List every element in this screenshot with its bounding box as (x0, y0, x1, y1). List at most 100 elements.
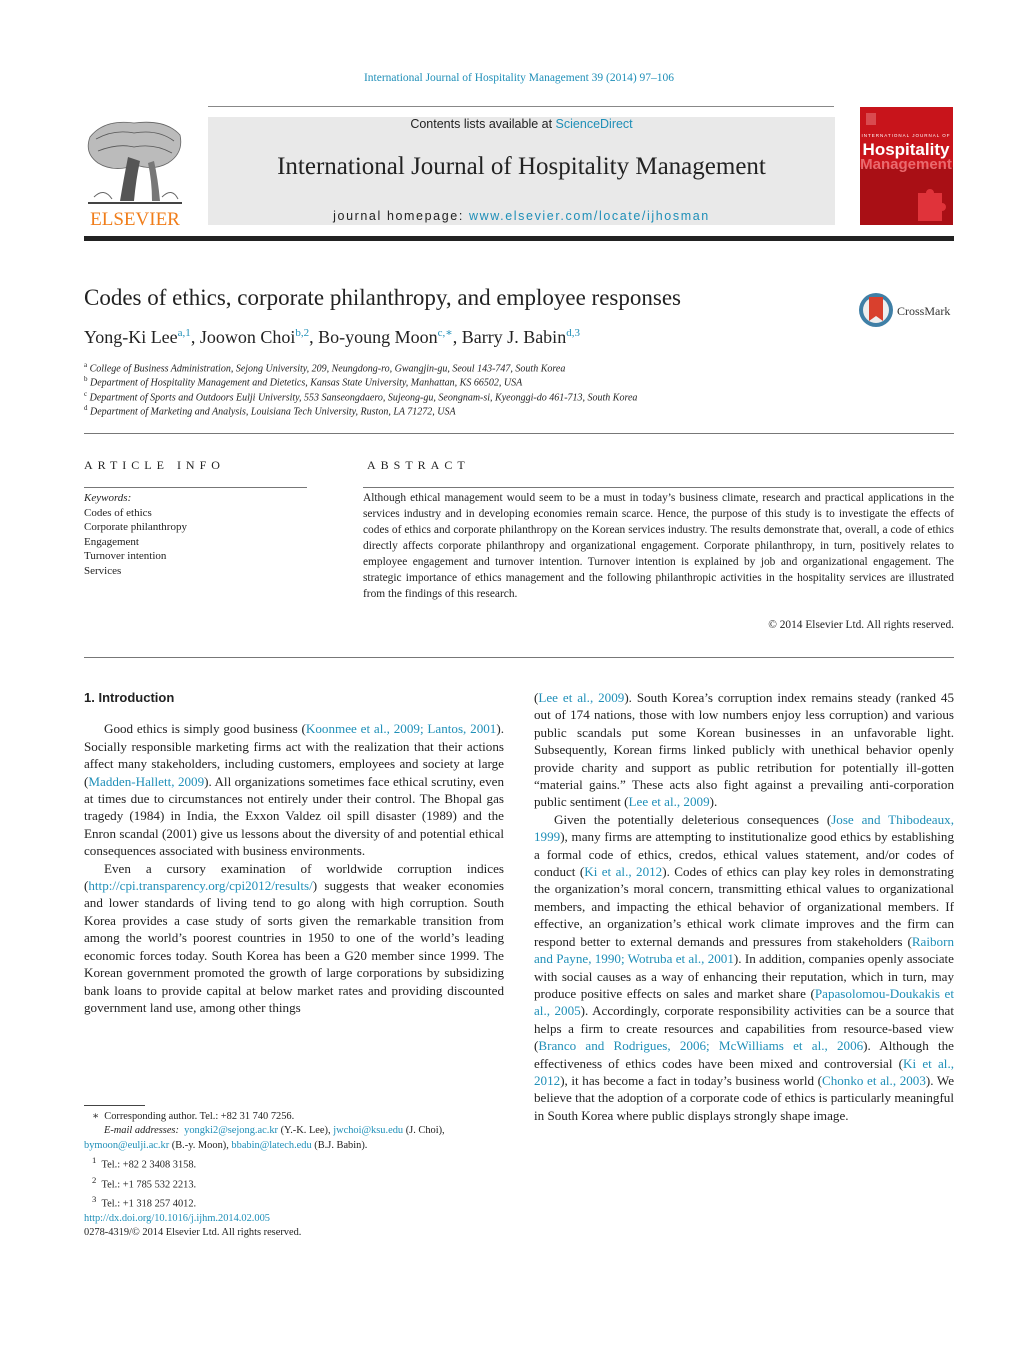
homepage-line: journal homepage: www.elsevier.com/locat… (208, 209, 835, 223)
footnote-mark: 3 (92, 1194, 97, 1205)
elsevier-logo[interactable]: ELSEVIER (84, 117, 186, 230)
body-text: Given the potentially deleterious conseq… (554, 811, 832, 827)
elsevier-tree-icon: ELSEVIER (87, 121, 182, 230)
abstract-rule (363, 487, 954, 488)
body-paragraph: (Lee et al., 2009). South Korea’s corrup… (534, 689, 954, 811)
body-text: ). (709, 794, 718, 810)
email-link[interactable]: yongki2@sejong.ac.kr (184, 1125, 278, 1136)
author-sep: , (190, 327, 200, 347)
footnote-text: Corresponding author. Tel.: +82 31 740 7… (104, 1111, 295, 1122)
author[interactable]: Joowon Choib,2, (200, 327, 318, 347)
email-link[interactable]: jwchoi@ksu.edu (333, 1125, 403, 1136)
body-left-column: 1. Introduction Good ethics is simply go… (84, 689, 504, 1016)
author-sup[interactable]: a,1 (178, 327, 191, 339)
article-title: Codes of ethics, corporate philanthropy,… (84, 285, 681, 310)
footnote-tel: 1 Tel.: +82 2 3408 3158. (84, 1153, 504, 1173)
issn-line: 0278-4319/© 2014 Elsevier Ltd. All right… (84, 1227, 302, 1239)
affiliation: c Department of Sports and Outdoors Eulj… (84, 390, 637, 403)
author-sup[interactable]: b,2 (295, 327, 309, 339)
footnote-mark: 1 (92, 1154, 97, 1165)
keyword: Engagement (84, 535, 139, 548)
citation-link[interactable]: Madden-Hallett, 2009 (88, 774, 204, 789)
header-rule (208, 106, 834, 107)
citation-link[interactable]: Ki et al., 2012 (584, 864, 662, 879)
keyword: Services (84, 564, 122, 577)
author-sep: , (452, 327, 462, 347)
author-sep: , (309, 327, 319, 347)
body-paragraph: Even a cursory examination of worldwide … (84, 860, 504, 1017)
homepage-prefix: journal homepage: (333, 209, 469, 223)
email-owner: (Y.-K. Lee), (277, 1125, 334, 1137)
author-sup[interactable]: c,∗ (438, 327, 453, 339)
cover-line1: INTERNATIONAL JOURNAL OF (861, 133, 950, 138)
body-text: ), it has become a fact in today’s busin… (560, 1072, 822, 1088)
affiliation-text: Department of Sports and Outdoors Eulji … (89, 392, 638, 404)
keywords-block: Keywords: Codes of ethics Corporate phil… (84, 491, 187, 578)
contents-prefix: Contents lists available at (410, 117, 556, 131)
affiliation-key: b (84, 375, 88, 383)
body-right-column: (Lee et al., 2009). South Korea’s corrup… (534, 689, 954, 1124)
author[interactable]: Barry J. Babind,3 (462, 327, 580, 347)
doi-link[interactable]: http://dx.doi.org/10.1016/j.ijhm.2014.02… (84, 1213, 270, 1224)
body-paragraph: Given the potentially deleterious conseq… (534, 811, 954, 1124)
keyword: Corporate philanthropy (84, 521, 187, 533)
citation-link[interactable]: Lee et al., 2009 (629, 794, 710, 809)
article-info-heading: ARTICLE INFO (84, 458, 225, 472)
body-text: Good ethics is simply good business ( (104, 721, 306, 737)
keyword: Turnover intention (84, 550, 167, 562)
footnote-text: Tel.: +1 318 257 4012. (101, 1198, 197, 1210)
affiliation: a College of Business Administration, Se… (84, 361, 565, 374)
affiliation-text: Department of Marketing and Analysis, Lo… (90, 406, 456, 418)
keywords-label: Keywords: (84, 492, 132, 504)
article-info-rule (84, 487, 307, 488)
author-sup[interactable]: d,3 (566, 327, 580, 339)
author-name: Yong-Ki Lee (84, 327, 178, 347)
journal-cover-image: INTERNATIONAL JOURNAL OF Hospitality Man… (860, 107, 953, 225)
author[interactable]: Yong-Ki Leea,1, (84, 327, 200, 347)
citation-link[interactable]: Lee et al., 2009 (538, 690, 624, 705)
journal-cover-thumbnail[interactable]: INTERNATIONAL JOURNAL OF Hospitality Man… (860, 107, 953, 225)
footnote-emails: E-mail addresses: yongki2@sejong.ac.kr (… (84, 1124, 504, 1153)
affiliation-key: c (84, 390, 88, 398)
footnote-rule (84, 1105, 145, 1106)
footnote-text: Tel.: +82 2 3408 3158. (101, 1159, 197, 1171)
body-text: ). South Korea’s corruption index remain… (534, 690, 954, 810)
crossmark-badge[interactable]: CrossMark (857, 291, 957, 329)
footnote-tel: 3 Tel.: +1 318 257 4012. (84, 1192, 504, 1212)
sciencedirect-link[interactable]: ScienceDirect (556, 117, 633, 131)
abstract-heading: ABSTRACT (367, 458, 470, 472)
citation-link[interactable]: Chonko et al., 2003 (822, 1073, 926, 1088)
elsevier-wordmark: ELSEVIER (90, 209, 180, 229)
author[interactable]: Bo-young Moonc,∗, (318, 327, 462, 347)
author-name: Joowon Choi (199, 327, 296, 347)
email-owner: (B.J. Babin). (311, 1139, 368, 1151)
email-label: E-mail addresses: (104, 1125, 179, 1137)
contents-line: Contents lists available at ScienceDirec… (208, 117, 835, 131)
affiliation-key: a (84, 361, 88, 369)
footnote-mark: 2 (92, 1174, 97, 1185)
header-thick-rule (84, 236, 954, 241)
keyword: Codes of ethics (84, 506, 152, 519)
email-owner: (B.-y. Moon), (169, 1139, 232, 1151)
section-heading: 1. Introduction (84, 690, 175, 705)
citation-link[interactable]: Koonmee et al., 2009; Lantos, 2001 (306, 721, 496, 736)
homepage-link[interactable]: www.elsevier.com/locate/ijhosman (469, 209, 710, 223)
citation-link[interactable]: http://cpi.transparency.org/cpi2012/resu… (88, 878, 312, 893)
email-owner: (J. Choi), (403, 1125, 445, 1137)
email-link[interactable]: bymoon@eulji.ac.kr (84, 1140, 169, 1151)
doi-block: http://dx.doi.org/10.1016/j.ijhm.2014.02… (84, 1212, 301, 1241)
author-list: Yong-Ki Leea,1, Joowon Choib,2, Bo-young… (84, 326, 580, 348)
journal-citation[interactable]: International Journal of Hospitality Man… (0, 72, 1020, 84)
footnotes: ∗ Corresponding author. Tel.: +82 31 740… (84, 1110, 504, 1212)
author-name: Bo-young Moon (318, 327, 438, 347)
journal-name: International Journal of Hospitality Man… (277, 153, 766, 180)
affiliation: d Department of Marketing and Analysis, … (84, 404, 456, 417)
email-link[interactable]: bbabin@latech.edu (231, 1140, 311, 1151)
body-paragraph: Good ethics is simply good business (Koo… (84, 720, 504, 859)
citation-link[interactable]: Branco and Rodrigues, 2006; McWilliams e… (538, 1038, 863, 1053)
body-rule (84, 657, 954, 658)
abstract-text: Although ethical management would seem t… (363, 492, 954, 600)
affiliation-rule (84, 433, 954, 434)
footnote-tel: 2 Tel.: +1 785 532 2213. (84, 1173, 504, 1193)
crossmark-label: CrossMark (897, 304, 950, 318)
